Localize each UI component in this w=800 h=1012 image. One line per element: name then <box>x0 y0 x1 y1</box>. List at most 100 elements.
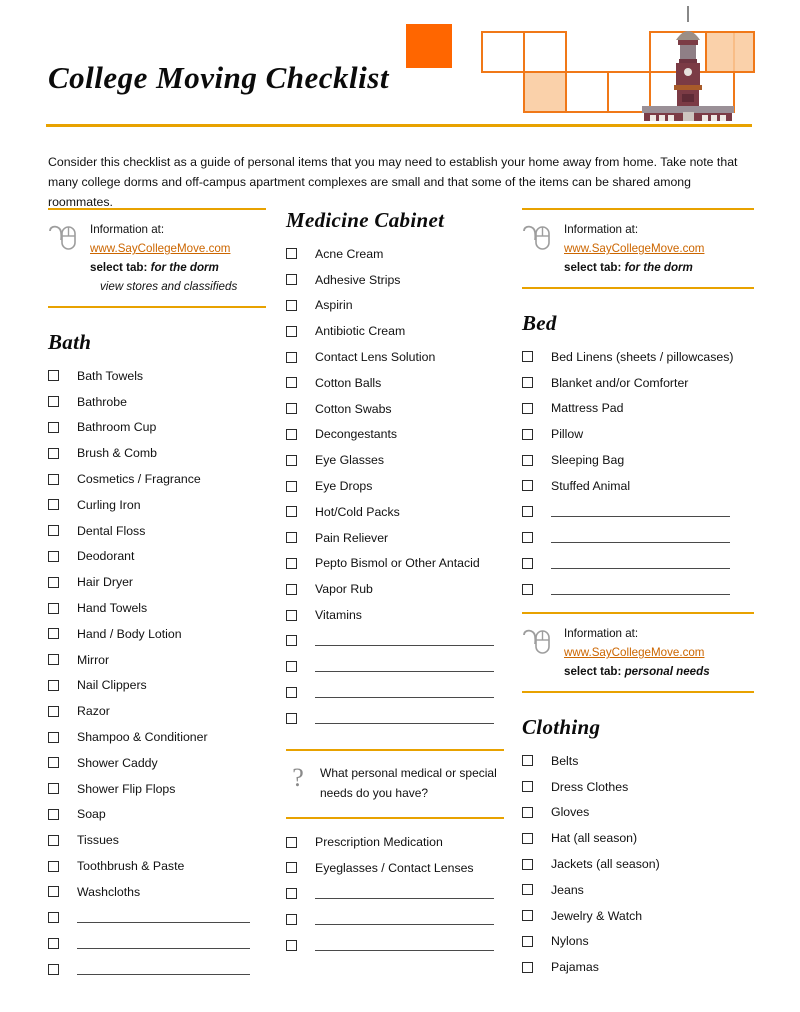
checkbox[interactable] <box>286 661 297 673</box>
write-in-line[interactable] <box>551 516 730 518</box>
checkbox[interactable] <box>286 274 297 286</box>
website-link[interactable]: www.SayCollegeMove.com <box>90 239 230 258</box>
write-in-line[interactable] <box>315 696 494 698</box>
checkbox[interactable] <box>522 377 533 389</box>
checkbox[interactable] <box>522 531 533 543</box>
checkbox[interactable] <box>48 628 59 640</box>
checkbox[interactable] <box>48 679 59 691</box>
write-in-line[interactable] <box>315 898 494 900</box>
checkbox[interactable] <box>48 525 59 537</box>
checkbox[interactable] <box>522 402 533 414</box>
checkbox[interactable] <box>522 806 533 818</box>
checkbox[interactable] <box>286 635 297 647</box>
write-in-line[interactable] <box>551 567 730 569</box>
checkbox[interactable] <box>286 913 297 925</box>
checkbox[interactable] <box>48 550 59 562</box>
checkbox[interactable] <box>48 370 59 382</box>
write-in-line[interactable] <box>77 947 250 949</box>
checkbox[interactable] <box>522 454 533 466</box>
checkbox[interactable] <box>286 480 297 492</box>
checklist-item-label: Acne Cream <box>315 246 384 261</box>
checkbox[interactable] <box>48 886 59 898</box>
checkbox[interactable] <box>286 686 297 698</box>
write-in-line[interactable] <box>77 973 250 975</box>
checkbox[interactable] <box>48 654 59 666</box>
website-link[interactable]: www.SayCollegeMove.com <box>564 239 704 258</box>
checklist-item-label: Sleeping Bag <box>551 453 625 468</box>
checklist-row: Shower Caddy <box>48 750 266 776</box>
checklist-row: Pajamas <box>522 954 754 980</box>
checklist-item-label: Eye Drops <box>315 479 373 494</box>
checklist-blank-row <box>286 628 504 654</box>
checklist-item-label: Razor <box>77 704 110 719</box>
checkbox[interactable] <box>48 808 59 820</box>
write-in-line[interactable] <box>315 722 494 724</box>
checkbox[interactable] <box>48 576 59 588</box>
info-label: Information at: <box>564 626 639 640</box>
checkbox[interactable] <box>522 506 533 518</box>
checklist-item-label: Eyeglasses / Contact Lenses <box>315 860 474 875</box>
checklist-item-label: Vitamins <box>315 608 362 623</box>
write-in-line[interactable] <box>77 922 250 924</box>
checkbox[interactable] <box>48 963 59 975</box>
checkbox[interactable] <box>522 480 533 492</box>
checkbox[interactable] <box>286 862 297 874</box>
checkbox[interactable] <box>48 396 59 408</box>
write-in-line[interactable] <box>315 645 494 647</box>
checkbox[interactable] <box>522 832 533 844</box>
checkbox[interactable] <box>286 609 297 621</box>
checkbox[interactable] <box>286 836 297 848</box>
checkbox[interactable] <box>48 447 59 459</box>
checkbox[interactable] <box>286 428 297 440</box>
checkbox[interactable] <box>522 961 533 973</box>
checkbox[interactable] <box>48 731 59 743</box>
write-in-line[interactable] <box>315 923 494 925</box>
checklist-row: Pillow <box>522 421 754 447</box>
checkbox[interactable] <box>48 499 59 511</box>
checkbox[interactable] <box>286 248 297 260</box>
checklist-blank-row <box>286 705 504 731</box>
checkbox[interactable] <box>522 910 533 922</box>
checkbox[interactable] <box>522 428 533 440</box>
checkbox[interactable] <box>286 506 297 518</box>
checklist-item-label: Brush & Comb <box>77 446 157 461</box>
checkbox[interactable] <box>48 602 59 614</box>
write-in-line[interactable] <box>315 949 494 951</box>
checkbox[interactable] <box>286 532 297 544</box>
checklist-item-label: Contact Lens Solution <box>315 350 436 365</box>
checkbox[interactable] <box>286 377 297 389</box>
checklist-item-label: Cotton Balls <box>315 375 382 390</box>
checkbox[interactable] <box>286 888 297 900</box>
checkbox[interactable] <box>522 755 533 767</box>
checkbox[interactable] <box>48 473 59 485</box>
checkbox[interactable] <box>48 783 59 795</box>
checkbox[interactable] <box>48 937 59 949</box>
checklist-row: Prescription Medication <box>286 829 504 855</box>
checkbox[interactable] <box>522 884 533 896</box>
checkbox[interactable] <box>522 935 533 947</box>
write-in-line[interactable] <box>315 671 494 673</box>
website-link[interactable]: www.SayCollegeMove.com <box>564 643 704 662</box>
write-in-line[interactable] <box>551 541 730 543</box>
checkbox[interactable] <box>286 939 297 951</box>
write-in-line[interactable] <box>551 593 730 595</box>
checkbox[interactable] <box>48 860 59 872</box>
checkbox[interactable] <box>286 403 297 415</box>
checkbox[interactable] <box>286 454 297 466</box>
checkbox[interactable] <box>522 583 533 595</box>
checkbox[interactable] <box>286 299 297 311</box>
checkbox[interactable] <box>286 325 297 337</box>
checkbox[interactable] <box>48 912 59 924</box>
checkbox[interactable] <box>286 583 297 595</box>
checkbox[interactable] <box>522 557 533 569</box>
checkbox[interactable] <box>522 781 533 793</box>
checkbox[interactable] <box>48 421 59 433</box>
checkbox[interactable] <box>286 557 297 569</box>
checkbox[interactable] <box>522 858 533 870</box>
checkbox[interactable] <box>48 705 59 717</box>
checkbox[interactable] <box>286 712 297 724</box>
checkbox[interactable] <box>48 834 59 846</box>
checkbox[interactable] <box>522 351 533 363</box>
checkbox[interactable] <box>48 757 59 769</box>
checkbox[interactable] <box>286 351 297 363</box>
